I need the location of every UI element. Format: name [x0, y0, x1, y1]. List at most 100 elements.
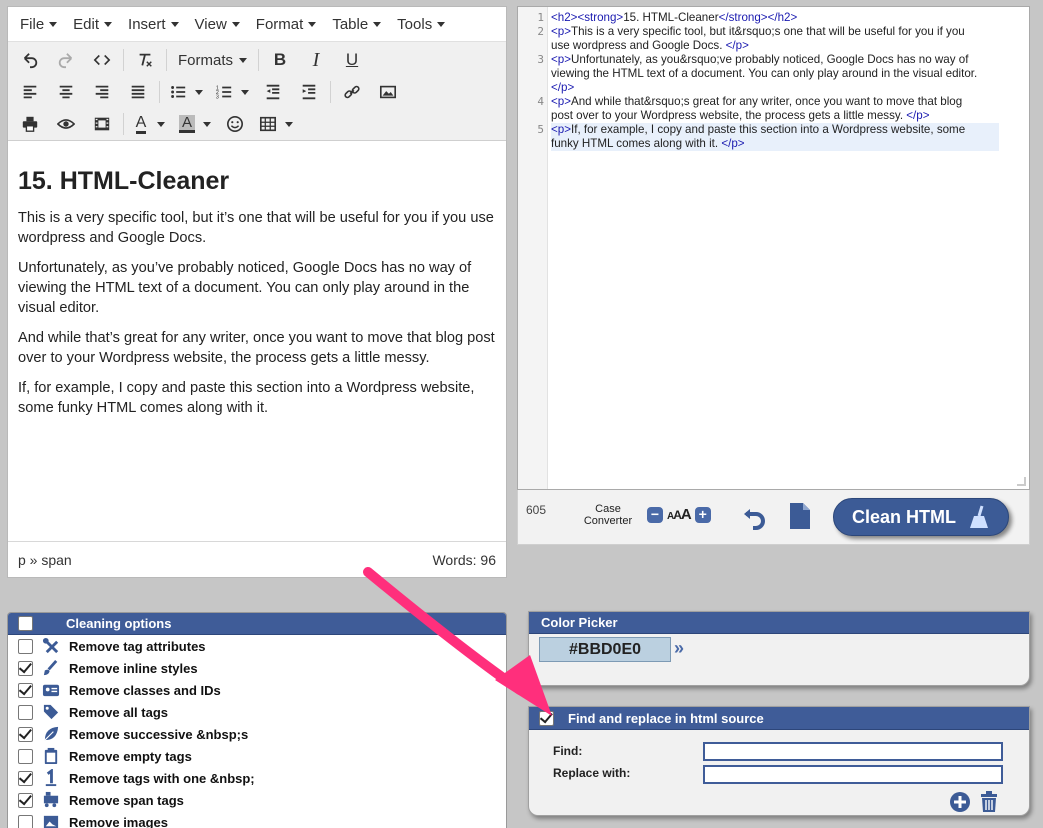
option-checkbox[interactable] [18, 638, 33, 654]
cleaning-option-row[interactable]: Remove tag attributes [8, 635, 506, 657]
code-line: <p>If, for example, I copy and paste thi… [551, 123, 999, 137]
code-tag: </strong> [718, 11, 768, 24]
bullet-list-icon [171, 86, 186, 98]
find-input[interactable] [703, 742, 1003, 761]
indent-button[interactable] [291, 78, 327, 106]
redo-icon [58, 53, 73, 69]
menu-insert[interactable]: Insert [120, 16, 187, 33]
increase-size-button[interactable]: + [694, 506, 711, 523]
align-left-button[interactable] [12, 78, 48, 106]
find-replace-checkbox[interactable] [539, 710, 554, 726]
caret-down-icon[interactable] [285, 121, 293, 127]
code-text: If, for example, I copy and paste this s… [571, 123, 966, 136]
emoticons-button[interactable] [217, 110, 253, 138]
background-color-button[interactable]: A [173, 110, 201, 138]
bold-icon: B [273, 50, 287, 69]
find-replace-panel: Find and replace in html source Find: Re… [528, 706, 1030, 816]
option-checkbox[interactable] [18, 660, 33, 676]
select-all-checkbox[interactable] [18, 616, 33, 631]
bold-button[interactable]: B [262, 46, 298, 74]
decrease-size-button[interactable]: − [647, 506, 663, 523]
redo-button[interactable] [48, 46, 84, 74]
table-button[interactable] [253, 110, 283, 138]
code-text: And while that&rsquo;s great for any wri… [571, 95, 963, 108]
code-line: <p>This is a very specific tool, but it&… [551, 25, 1001, 39]
menu-view[interactable]: View [187, 16, 248, 33]
option-checkbox[interactable] [18, 770, 33, 786]
element-path[interactable]: p » span [18, 552, 72, 568]
insert-link-button[interactable] [334, 78, 370, 106]
caret-down-icon[interactable] [241, 89, 249, 95]
find-replace-actions [949, 791, 999, 813]
content-paragraph: Unfortunately, as you’ve probably notice… [18, 260, 472, 316]
color-hex-swatch[interactable]: #BBD0E0 [539, 637, 671, 662]
option-checkbox[interactable] [18, 792, 33, 808]
numbered-list-icon: 123 [216, 85, 232, 100]
editor-toolbar: Formats B I U 123 A A [8, 41, 506, 141]
outdent-icon [266, 84, 280, 100]
insert-image-button[interactable] [370, 78, 406, 106]
formats-dropdown[interactable]: Formats [170, 46, 255, 74]
option-checkbox[interactable] [18, 726, 33, 742]
background-color-icon: A [178, 115, 195, 133]
caret-down-icon[interactable] [157, 121, 165, 127]
underline-button[interactable]: U [334, 46, 370, 74]
code-text: post over to your Wordpress website, the… [551, 109, 907, 122]
svg-text:3: 3 [216, 94, 219, 100]
cleaning-option-row[interactable]: Remove span tags [8, 789, 506, 811]
source-code-button[interactable] [84, 46, 120, 74]
add-rule-button[interactable] [949, 791, 971, 813]
italic-button[interactable]: I [298, 46, 334, 74]
menu-tools[interactable]: Tools [389, 16, 453, 33]
align-justify-button[interactable] [120, 78, 156, 106]
cleaning-option-row[interactable]: Remove classes and IDs [8, 679, 506, 701]
menu-label: View [194, 15, 227, 33]
option-checkbox[interactable] [18, 682, 33, 698]
outdent-button[interactable] [255, 78, 291, 106]
insert-media-button[interactable] [84, 110, 120, 138]
option-checkbox[interactable] [18, 748, 33, 764]
clean-html-button[interactable]: Clean HTML [833, 498, 1009, 536]
line-number: 4 [537, 95, 544, 108]
menu-file[interactable]: File [12, 16, 65, 33]
undo-clean-button[interactable] [741, 502, 769, 530]
cleaning-option-row[interactable]: Remove empty tags [8, 745, 506, 767]
cleaning-option-row[interactable]: Remove images [8, 811, 506, 828]
bullet-list-button[interactable] [163, 78, 193, 106]
option-checkbox[interactable] [18, 704, 33, 720]
color-picker-panel: Color Picker #BBD0E0 » [528, 611, 1030, 686]
cleaning-option-row[interactable]: Remove successive &nbsp;s [8, 723, 506, 745]
code-text: funky HTML comes along with it. [551, 137, 722, 150]
option-checkbox[interactable] [18, 814, 33, 828]
option-label: Remove successive &nbsp;s [69, 726, 249, 742]
clear-format-icon [139, 53, 152, 67]
menubar: File Edit Insert View Format Table Tools [8, 7, 506, 41]
brush-icon [41, 659, 61, 677]
align-center-button[interactable] [48, 78, 84, 106]
cleaning-option-row[interactable]: Remove all tags [8, 701, 506, 723]
menu-edit[interactable]: Edit [65, 16, 120, 33]
align-right-button[interactable] [84, 78, 120, 106]
caret-down-icon[interactable] [203, 121, 211, 127]
cleaning-option-row[interactable]: Remove inline styles [8, 657, 506, 679]
html-source-editor[interactable]: 12 3 4 5 <h2><strong>15. HTML-Cleaner</stro… [517, 6, 1030, 490]
text-color-button[interactable]: A [127, 110, 155, 138]
new-document-button[interactable] [789, 502, 811, 530]
replace-input[interactable] [703, 765, 1003, 784]
code-tag: <h2> [551, 11, 578, 24]
print-button[interactable] [12, 110, 48, 138]
expand-arrow-icon[interactable]: » [674, 638, 684, 659]
resize-handle-icon[interactable] [1017, 477, 1026, 486]
cleaning-options-title: Cleaning options [66, 616, 172, 631]
editor-content[interactable]: 15. HTML-Cleaner This is a very specific… [8, 141, 506, 537]
numbered-list-button[interactable]: 123 [209, 78, 239, 106]
menu-format[interactable]: Format [248, 16, 325, 33]
preview-button[interactable] [48, 110, 84, 138]
cleaning-option-row[interactable]: Remove tags with one &nbsp; [8, 767, 506, 789]
line-number: 3 [537, 53, 544, 66]
clear-formatting-button[interactable] [127, 46, 163, 74]
caret-down-icon[interactable] [195, 89, 203, 95]
undo-button[interactable] [12, 46, 48, 74]
trash-icon[interactable] [979, 791, 999, 813]
menu-table[interactable]: Table [324, 16, 389, 33]
